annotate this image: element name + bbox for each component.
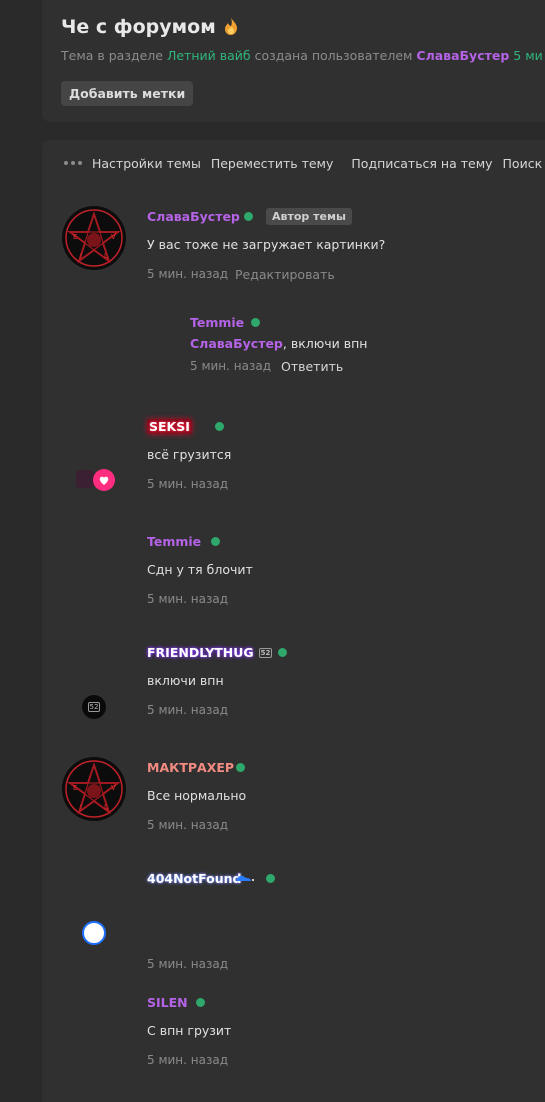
user-icon xyxy=(76,470,94,488)
thread-toolbar: Настройки темы Переместить тему Подписат… xyxy=(42,140,545,186)
move-thread-button[interactable]: Переместить тему xyxy=(211,156,334,171)
svg-text:I: I xyxy=(80,803,82,811)
post-time[interactable]: 5 мин. назад xyxy=(147,703,228,717)
post-time[interactable]: 5 мин. назад xyxy=(147,957,228,971)
avatar[interactable]: 52 xyxy=(82,695,106,719)
reply-time[interactable]: 5 мин. назад xyxy=(190,359,271,373)
user-badge: 52 xyxy=(258,648,273,658)
post-author[interactable]: Temmie xyxy=(147,534,201,549)
post-author[interactable]: SILEN xyxy=(147,995,188,1010)
reply-text: СлаваБустер, включи впн xyxy=(190,336,368,351)
svg-text:L: L xyxy=(104,252,108,260)
online-indicator xyxy=(196,998,205,1007)
svg-text:E: E xyxy=(73,784,77,792)
post-author[interactable]: FRIENDLYTHUG 52 xyxy=(147,645,273,660)
post-author[interactable]: SEKSI xyxy=(147,419,192,434)
reply-author[interactable]: Temmie xyxy=(190,315,244,330)
avatar[interactable]: E V I L xyxy=(62,206,126,270)
page-title: Че с форумом xyxy=(61,16,238,38)
search-button[interactable]: Поиск⌄ xyxy=(503,156,545,171)
post-time[interactable]: 5 мин. назад xyxy=(147,592,228,606)
sneaker-icon xyxy=(237,875,254,881)
author-link[interactable]: СлаваБустер xyxy=(416,48,509,63)
post-time[interactable]: 5 мин. назад xyxy=(147,818,228,832)
thread-header: Че с форумом Тема в разделе Летний вайб … xyxy=(42,0,545,122)
svg-text:L: L xyxy=(104,803,108,811)
post-time[interactable]: 5 мин. назад xyxy=(147,1053,228,1067)
thread-settings-button[interactable]: Настройки темы xyxy=(92,156,201,171)
thread-age: 5 ми xyxy=(513,48,543,63)
post-text: включи впн xyxy=(147,673,224,688)
more-dots-icon[interactable] xyxy=(64,161,82,165)
post-text: всё грузится xyxy=(147,447,232,462)
online-indicator xyxy=(278,648,287,657)
post-time[interactable]: 5 мин. назад xyxy=(147,477,228,491)
post-author[interactable]: МАКТРАХЕР xyxy=(147,760,234,775)
thread-meta: Тема в разделе Летний вайб создана польз… xyxy=(61,48,543,63)
post-text: С впн грузит xyxy=(147,1023,232,1038)
post-text: У вас тоже не загружает картинки? xyxy=(147,237,386,252)
post-author[interactable]: 404NotFound xyxy=(147,871,241,886)
post-time[interactable]: 5 мин. назад xyxy=(147,267,228,281)
post-text: Все нормально xyxy=(147,788,247,803)
fire-icon xyxy=(224,17,237,35)
add-tags-button[interactable]: Добавить метки xyxy=(61,81,194,106)
post-author[interactable]: СлаваБустер xyxy=(147,209,240,224)
edit-button[interactable]: Редактировать xyxy=(235,267,335,282)
mention-link[interactable]: СлаваБустер xyxy=(190,336,283,351)
svg-text:V: V xyxy=(111,784,116,792)
thread-content: Настройки темы Переместить тему Подписат… xyxy=(42,140,545,1102)
online-indicator xyxy=(251,318,260,327)
avatar[interactable] xyxy=(82,921,106,945)
svg-text:I: I xyxy=(80,252,82,260)
online-indicator xyxy=(236,763,245,772)
post-text: Сдн у тя блочит xyxy=(147,562,253,577)
heart-icon xyxy=(93,469,115,491)
reply-button[interactable]: Ответить xyxy=(281,359,343,374)
online-indicator xyxy=(244,212,253,221)
subscribe-button[interactable]: Подписаться на тему xyxy=(351,156,492,171)
online-indicator xyxy=(266,874,275,883)
online-indicator xyxy=(211,537,220,546)
svg-text:V: V xyxy=(111,233,116,241)
svg-text:E: E xyxy=(73,233,77,241)
avatar[interactable]: E V I L xyxy=(62,757,126,821)
left-sidebar-strip xyxy=(0,0,42,1102)
thread-author-badge: Автор темы xyxy=(266,208,352,225)
section-link[interactable]: Летний вайб xyxy=(167,48,251,63)
online-indicator xyxy=(215,422,224,431)
